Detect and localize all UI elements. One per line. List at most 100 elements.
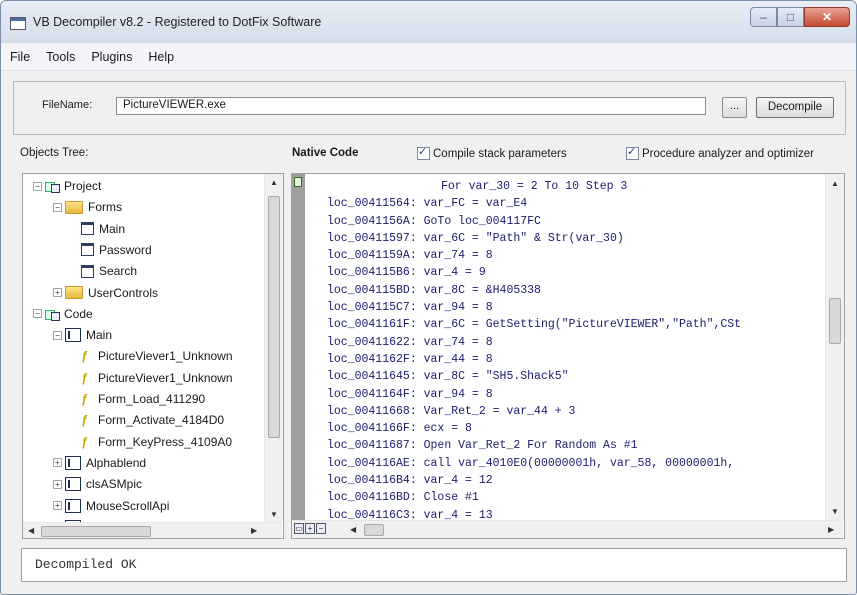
code-view[interactable]: For var_30 = 2 To 10 Step 3 loc_00411564:… bbox=[291, 173, 845, 539]
tree-item-label: MouseScrollApi bbox=[86, 498, 170, 513]
tree-item-label: Password bbox=[99, 242, 152, 257]
code-address: loc_0041166F: bbox=[327, 422, 424, 436]
scroll-down-icon[interactable]: ▼ bbox=[831, 507, 839, 516]
maximize-button[interactable]: □ bbox=[777, 7, 804, 27]
status-text: Decompiled OK bbox=[35, 557, 137, 572]
menu-plugins[interactable]: Plugins bbox=[83, 50, 140, 64]
code-line: loc_00411622: var_74 = 8 bbox=[327, 334, 741, 351]
code-statement: call var_4010E0(00000001h, var_58, 00000… bbox=[423, 456, 735, 470]
procedure-analyzer-checkbox[interactable]: Procedure analyzer and optimizer bbox=[626, 145, 814, 160]
collapse-icon[interactable]: − bbox=[316, 523, 326, 534]
tree-item-label: PictureViever1_Unknown bbox=[98, 370, 233, 385]
code-horizontal-scrollbar[interactable]: ▭ + − ◀ ▶ bbox=[292, 520, 843, 538]
browse-button[interactable]: ... bbox=[722, 97, 747, 118]
code-statement: var_8C = "SH5.Shack5" bbox=[423, 370, 569, 384]
code-line: loc_004116BD: Close #1 bbox=[327, 489, 741, 506]
collapse-icon[interactable]: − bbox=[33, 181, 42, 191]
tree-item[interactable]: Search bbox=[81, 261, 137, 281]
scroll-down-icon[interactable]: ▼ bbox=[270, 510, 278, 519]
native-code-label: Native Code bbox=[292, 147, 359, 159]
objects-tree[interactable]: − Project − Forms Main Password Search + UserCon… bbox=[22, 173, 284, 539]
code-hscroll-thumb[interactable] bbox=[364, 524, 384, 536]
scroll-left-icon[interactable]: ◀ bbox=[28, 526, 34, 535]
menu-help[interactable]: Help bbox=[140, 50, 182, 64]
tree-hscroll-thumb[interactable] bbox=[41, 526, 151, 537]
code-address: loc_004115B6: bbox=[327, 266, 424, 280]
code-line: loc_004116B4: var_4 = 12 bbox=[327, 472, 741, 489]
expand-icon[interactable]: + bbox=[53, 479, 62, 489]
expand-icon[interactable]: + bbox=[53, 501, 62, 510]
expand-icon[interactable]: + bbox=[305, 523, 315, 534]
tree-item[interactable]: + Alphablend bbox=[53, 453, 146, 473]
tree-item[interactable]: ƒ Form_KeyPress_4109A0 bbox=[81, 432, 232, 452]
expand-icon[interactable]: + bbox=[53, 288, 62, 297]
code-address: loc_00411645: bbox=[327, 370, 424, 384]
code-address: loc_00411668: bbox=[327, 404, 424, 418]
tree-item[interactable]: ƒ PictureViever1_Unknown bbox=[81, 368, 233, 388]
tree-vertical-scrollbar[interactable]: ▲ ▼ bbox=[264, 174, 283, 522]
collapse-icon[interactable]: − bbox=[53, 202, 62, 212]
tree-scroll-thumb[interactable] bbox=[268, 196, 280, 438]
main-window: VB Decompiler v8.2 - Registered to DotFi… bbox=[0, 0, 857, 595]
tree-item[interactable]: − Forms bbox=[53, 197, 122, 217]
scroll-right-icon[interactable]: ▶ bbox=[251, 526, 257, 535]
tree-item[interactable]: Password bbox=[81, 240, 152, 260]
code-gutter bbox=[292, 174, 305, 520]
procedure-icon: ƒ bbox=[81, 349, 88, 364]
tree-item[interactable]: + clsASMpic bbox=[53, 474, 142, 494]
compile-stack-checkbox[interactable]: Compile stack parameters bbox=[417, 145, 567, 160]
code-vertical-scrollbar[interactable]: ▲ ▼ bbox=[825, 174, 844, 520]
tree-item[interactable]: − Project bbox=[33, 176, 101, 196]
scroll-left-icon[interactable]: ◀ bbox=[350, 525, 356, 534]
scroll-right-icon[interactable]: ▶ bbox=[828, 525, 834, 534]
code-scroll-thumb[interactable] bbox=[829, 298, 841, 344]
code-line: loc_0041159A: var_74 = 8 bbox=[327, 247, 741, 264]
file-panel: FileName: PictureVIEWER.exe ... Decompil… bbox=[13, 81, 846, 135]
window-controls: – □ ✕ bbox=[750, 7, 850, 27]
tree-item[interactable]: + UserControls bbox=[53, 283, 158, 303]
scroll-up-icon[interactable]: ▲ bbox=[831, 179, 839, 188]
filename-field[interactable]: PictureVIEWER.exe bbox=[116, 97, 706, 115]
code-line: loc_00411668: Var_Ret_2 = var_44 + 3 bbox=[327, 403, 741, 420]
procedure-analyzer-label: Procedure analyzer and optimizer bbox=[642, 147, 814, 160]
code-address: loc_00411622: bbox=[327, 335, 424, 349]
code-address: loc_0041159A: bbox=[327, 249, 424, 263]
code-address: loc_0041156A: bbox=[327, 214, 424, 228]
form-icon bbox=[81, 243, 94, 257]
module-icon bbox=[65, 477, 81, 492]
code-statement: var_8C = &H405338 bbox=[423, 283, 541, 297]
tree-item[interactable]: ƒ Form_Load_411290 bbox=[81, 389, 205, 409]
menu-tools[interactable]: Tools bbox=[38, 50, 83, 64]
code-line: loc_0041162F: var_44 = 8 bbox=[327, 351, 741, 368]
code-line: loc_0041156A: GoTo loc_004117FC bbox=[327, 213, 741, 230]
view-mode-icon[interactable]: ▭ bbox=[294, 523, 304, 534]
tree-item[interactable]: Main bbox=[81, 219, 125, 239]
tree-item[interactable]: ƒ Form_Activate_4184D0 bbox=[81, 410, 224, 430]
collapse-icon[interactable]: − bbox=[33, 309, 42, 319]
module-icon bbox=[65, 328, 81, 343]
code-statement: var_6C = GetSetting("PictureVIEWER","Pat… bbox=[423, 318, 742, 332]
code-statement: var_74 = 8 bbox=[423, 249, 493, 263]
tree-item-label: Code bbox=[64, 306, 93, 321]
tree-item[interactable]: − Code bbox=[33, 304, 93, 324]
window-title: VB Decompiler v8.2 - Registered to DotFi… bbox=[33, 15, 322, 29]
expand-icon[interactable]: + bbox=[53, 458, 62, 468]
code-statement: Open Var_Ret_2 For Random As #1 bbox=[423, 439, 638, 453]
minimize-button[interactable]: – bbox=[750, 7, 777, 27]
folder-icon bbox=[65, 286, 83, 299]
code-statement: var_4 = 9 bbox=[423, 266, 486, 280]
tree-item[interactable]: + MouseScrollApi bbox=[53, 496, 169, 516]
close-button[interactable]: ✕ bbox=[804, 7, 850, 27]
code-statement: GoTo loc_004117FC bbox=[423, 214, 541, 228]
code-line: loc_004115B6: var_4 = 9 bbox=[327, 264, 741, 281]
decompile-button[interactable]: Decompile bbox=[756, 97, 834, 118]
procedure-icon: ƒ bbox=[81, 370, 88, 385]
menu-file[interactable]: File bbox=[1, 50, 38, 64]
scroll-up-icon[interactable]: ▲ bbox=[270, 178, 278, 187]
tree-horizontal-scrollbar[interactable]: ◀ ▶ bbox=[23, 522, 282, 538]
code-statement: Close #1 bbox=[423, 491, 479, 505]
tree-item-label: Search bbox=[99, 264, 138, 279]
tree-item[interactable]: − Main bbox=[53, 325, 112, 345]
tree-item[interactable]: ƒ PictureViever1_Unknown bbox=[81, 346, 233, 366]
collapse-icon[interactable]: − bbox=[53, 330, 62, 340]
